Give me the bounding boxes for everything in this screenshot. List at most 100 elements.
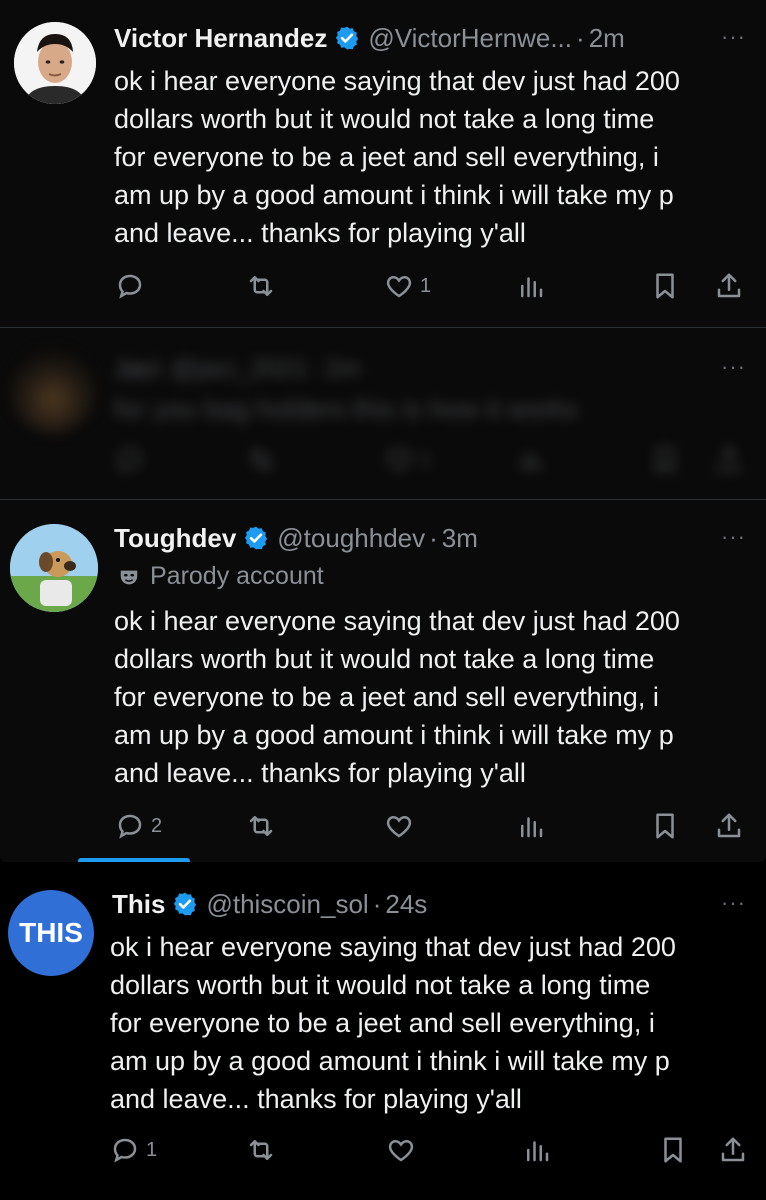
post-victor[interactable]: Victor Hernandez @VictorHernwe... · 2m ·…	[0, 0, 766, 328]
share-icon	[717, 446, 741, 472]
avatar[interactable]: THIS	[8, 890, 94, 976]
share-button[interactable]	[714, 266, 744, 306]
share-button[interactable]	[718, 1130, 748, 1170]
post-text: for you bag holders this is how it works	[114, 394, 578, 424]
post-toughdev[interactable]: Toughdev @toughhdev · 3m ··· Parody acco…	[0, 500, 766, 862]
repost-icon	[249, 1140, 273, 1160]
avatar[interactable]	[10, 524, 98, 612]
action-bar: 1	[0, 1130, 766, 1170]
like-count: 1	[420, 448, 432, 471]
parody-label: Parody account	[114, 562, 324, 591]
like-icon	[386, 449, 412, 472]
bookmark-button[interactable]	[650, 806, 680, 846]
separator: ·	[311, 352, 321, 383]
verified-badge-icon	[336, 26, 359, 50]
views-icon	[521, 452, 543, 470]
display-name[interactable]: Toughdev	[114, 523, 236, 554]
action-bar: 1	[0, 440, 766, 480]
views-icon	[521, 817, 543, 838]
post-text: ok i hear everyone saying that dev just …	[114, 66, 680, 248]
bookmark-button[interactable]	[658, 1130, 688, 1170]
repost-icon	[249, 816, 273, 836]
like-button[interactable]: 1	[384, 440, 431, 480]
timestamp[interactable]: 24s	[385, 889, 427, 920]
reply-count: 2	[151, 814, 163, 837]
handle[interactable]: @thiscoin_sol	[206, 889, 368, 920]
post-header: Toughdev @toughhdev · 3m	[114, 518, 478, 558]
reply-icon	[118, 274, 142, 299]
like-count: 1	[420, 274, 432, 297]
timestamp[interactable]: 2m	[325, 353, 361, 384]
more-icon[interactable]: ···	[721, 354, 746, 380]
share-icon	[717, 273, 741, 298]
repost-button[interactable]	[246, 440, 276, 480]
share-icon	[717, 813, 741, 838]
separator: ·	[429, 522, 438, 553]
display-name[interactable]: Jaci	[114, 353, 160, 384]
action-bar: 1	[0, 266, 766, 306]
more-icon[interactable]: ···	[721, 890, 746, 916]
avatar[interactable]	[10, 348, 96, 434]
post-header: This @thiscoin_sol · 24s	[112, 884, 427, 924]
avatar-text: THIS	[19, 917, 83, 948]
separator: ·	[372, 888, 382, 919]
display-name[interactable]: This	[112, 889, 165, 920]
reply-button[interactable]: 1	[110, 1130, 157, 1170]
bookmark-icon	[656, 813, 674, 839]
views-button[interactable]	[516, 806, 546, 846]
reply-icon	[118, 448, 142, 473]
like-icon	[388, 1139, 414, 1162]
like-button[interactable]	[384, 806, 414, 846]
repost-icon	[250, 449, 272, 471]
more-icon[interactable]: ···	[721, 24, 746, 50]
avatar[interactable]	[14, 22, 96, 104]
reply-button[interactable]: 2	[115, 806, 162, 846]
display-name[interactable]: Victor Hernandez	[114, 23, 327, 54]
repost-icon	[249, 276, 273, 296]
parody-mask-icon	[120, 570, 138, 584]
post-header: Victor Hernandez @VictorHernwe... · 2m	[114, 18, 625, 58]
separator: ·	[576, 22, 585, 53]
reply-button[interactable]	[115, 440, 145, 480]
post-text: ok i hear everyone saying that dev just …	[114, 606, 680, 788]
bookmark-button[interactable]	[650, 266, 680, 306]
views-button[interactable]	[522, 1130, 552, 1170]
share-button[interactable]	[714, 440, 744, 480]
repost-button[interactable]	[246, 806, 276, 846]
views-icon	[527, 1141, 549, 1162]
handle[interactable]: @toughhdev	[277, 523, 425, 554]
timestamp[interactable]: 2m	[589, 23, 625, 54]
action-bar: 2	[0, 806, 766, 846]
views-icon	[521, 277, 543, 298]
timestamp[interactable]: 3m	[442, 523, 478, 554]
post-text: ok i hear everyone saying that dev just …	[110, 932, 676, 1114]
handle[interactable]: @VictorHernwe...	[368, 23, 572, 54]
more-icon[interactable]: ···	[721, 524, 746, 550]
share-icon	[721, 1137, 745, 1162]
verified-badge-icon	[174, 892, 197, 916]
handle[interactable]: @jaci_2021	[170, 353, 308, 384]
reply-icon	[118, 814, 142, 839]
bookmark-icon	[656, 447, 674, 474]
repost-button[interactable]	[246, 1130, 276, 1170]
post-this[interactable]: THIS This @thiscoin_sol · 24s ··· ok i h…	[0, 862, 766, 1200]
post-header: Jaci @jaci_2021 · 2m	[114, 348, 361, 388]
parody-text: Parody account	[150, 562, 324, 590]
bookmark-icon	[656, 273, 674, 299]
like-button[interactable]: 1	[384, 266, 431, 306]
like-icon	[386, 815, 412, 838]
reply-count: 1	[146, 1138, 158, 1161]
verified-badge-icon	[245, 526, 268, 550]
share-button[interactable]	[714, 806, 744, 846]
views-button[interactable]	[516, 440, 546, 480]
repost-button[interactable]	[246, 266, 276, 306]
bookmark-button[interactable]	[650, 440, 680, 480]
reply-button[interactable]	[115, 266, 151, 306]
screenshot: Victor Hernandez @VictorHernwe... · 2m ·…	[0, 0, 766, 1200]
post-blurred[interactable]: Jaci @jaci_2021 · 2m for you bag holders…	[0, 328, 766, 500]
like-button[interactable]	[386, 1130, 416, 1170]
reply-icon	[113, 1138, 137, 1163]
like-icon	[386, 275, 412, 298]
timeline-upper: Victor Hernandez @VictorHernwe... · 2m ·…	[0, 0, 766, 862]
views-button[interactable]	[516, 266, 546, 306]
